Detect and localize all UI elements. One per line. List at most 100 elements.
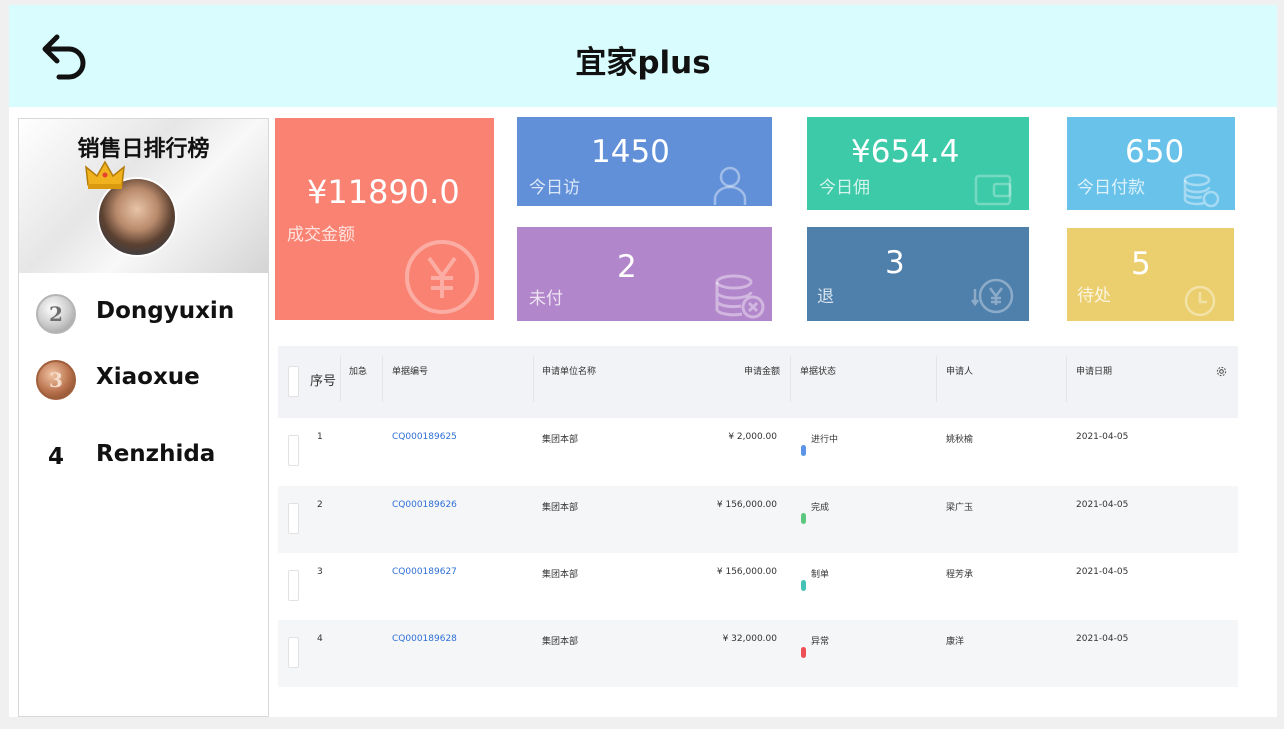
requisition-table: 序号 加急 单据编号 申请单位名称 申请金额 单据状态 申请人 申请日期 1 C…	[278, 346, 1238, 688]
cell-applicant: 梁广玉	[946, 503, 974, 513]
page-title: 宜家plus	[575, 45, 711, 81]
user-icon	[713, 166, 747, 205]
today-commission-label: 今日佣	[819, 178, 870, 198]
cell-doc-no-link[interactable]: CQ000189625	[392, 432, 457, 442]
deal-amount-value: ¥11890.0	[307, 173, 460, 211]
unpaid-card[interactable]: 2 未付	[517, 227, 772, 321]
column-divider	[533, 356, 534, 402]
row-checkbox[interactable]	[288, 570, 299, 601]
table-row[interactable]: 2 CQ000189626 集团本部 ¥ 156,000.00 完成 梁广玉 2…	[278, 486, 1238, 553]
cell-applicant: 程芳承	[946, 570, 974, 580]
pending-card[interactable]: 5 待处	[1067, 228, 1234, 321]
table-row[interactable]: 1 CQ000189625 集团本部 ¥ 2,000.00 进行中 姚秋榆 20…	[278, 418, 1238, 485]
table-row[interactable]: 4 CQ000189628 集团本部 ¥ 32,000.00 异常 康洋 202…	[278, 620, 1238, 687]
ranking-item[interactable]: 3 Xiaoxue	[19, 358, 268, 402]
refund-card[interactable]: 3 退	[807, 227, 1029, 321]
column-divider	[382, 356, 383, 402]
cell-unit: 集团本部	[542, 570, 579, 580]
app-header: 宜家plus	[9, 5, 1277, 107]
ranking-item[interactable]: 2 Dongyuxin	[19, 292, 268, 336]
cell-amount: ¥ 156,000.00	[716, 500, 777, 510]
ranking-banner: 销售日排行榜	[19, 119, 268, 273]
today-payment-value: 650	[1125, 134, 1185, 170]
header-status: 单据状态	[800, 367, 837, 377]
column-divider	[340, 356, 341, 402]
status-dot	[801, 445, 806, 456]
today-visits-value: 1450	[591, 134, 670, 170]
row-checkbox[interactable]	[288, 637, 299, 668]
row-checkbox[interactable]	[288, 435, 299, 466]
seller-name: Xiaoxue	[96, 364, 200, 390]
refund-label: 退	[817, 287, 834, 307]
today-commission-card[interactable]: ¥654.4 今日佣	[807, 117, 1029, 210]
table-header: 序号 加急 单据编号 申请单位名称 申请金额 单据状态 申请人 申请日期	[278, 346, 1238, 418]
seller-name: Renzhida	[96, 441, 216, 467]
deal-amount-label: 成交金额	[287, 225, 355, 245]
ranking-title: 销售日排行榜	[77, 137, 210, 162]
row-checkbox[interactable]	[288, 503, 299, 534]
header-amount: 申请金额	[744, 367, 781, 377]
column-divider	[1066, 356, 1067, 402]
deal-amount-card[interactable]: ¥11890.0 成交金额	[275, 118, 494, 320]
today-payment-card[interactable]: 650 今日付款	[1067, 117, 1235, 210]
refund-value: 3	[885, 245, 905, 281]
pending-value: 5	[1131, 246, 1151, 282]
cell-status: 完成	[811, 503, 830, 513]
clock-icon	[1184, 285, 1216, 317]
cell-doc-no-link[interactable]: CQ000189626	[392, 500, 457, 510]
refund-yuan-icon	[971, 278, 1014, 314]
cell-unit: 集团本部	[542, 637, 579, 647]
table-row[interactable]: 3 CQ000189627 集团本部 ¥ 156,000.00 制单 程芳承 2…	[278, 553, 1238, 620]
cell-date: 2021-04-05	[1076, 567, 1129, 577]
cell-seq: 2	[317, 500, 323, 510]
wallet-icon	[974, 174, 1012, 206]
column-divider	[790, 356, 791, 402]
header-doc-no: 单据编号	[392, 367, 429, 377]
cell-seq: 4	[317, 634, 323, 644]
column-divider	[936, 356, 937, 402]
status-dot	[801, 580, 806, 591]
today-visits-label: 今日访	[529, 178, 580, 198]
cell-applicant: 姚秋榆	[946, 435, 974, 445]
cell-amount: ¥ 2,000.00	[728, 432, 777, 442]
cell-amount: ¥ 32,000.00	[722, 634, 777, 644]
cell-date: 2021-04-05	[1076, 500, 1129, 510]
header-seq: 序号	[310, 374, 337, 389]
yuan-icon	[405, 240, 479, 314]
cell-seq: 3	[317, 567, 323, 577]
cell-doc-no-link[interactable]: CQ000189628	[392, 634, 457, 644]
today-commission-value: ¥654.4	[851, 134, 960, 170]
pending-label: 待处	[1077, 286, 1111, 306]
today-visits-card[interactable]: 1450 今日访	[517, 117, 772, 206]
bronze-medal-icon: 3	[36, 360, 76, 400]
header-date: 申请日期	[1076, 367, 1113, 377]
header-unit: 申请单位名称	[542, 367, 597, 377]
cell-seq: 1	[317, 432, 323, 442]
sales-ranking-panel: 销售日排行榜 2 Dongyuxin 3 Xiaoxue 4 Renzhida	[18, 118, 269, 717]
cell-doc-no-link[interactable]: CQ000189627	[392, 567, 457, 577]
cell-status: 异常	[811, 637, 830, 647]
cell-unit: 集团本部	[542, 503, 579, 513]
today-payment-label: 今日付款	[1077, 178, 1145, 198]
cell-status: 进行中	[811, 435, 839, 445]
settings-gear-icon[interactable]	[1216, 366, 1227, 377]
status-dot	[801, 513, 806, 524]
coins-cancel-icon	[715, 274, 765, 319]
seller-name: Dongyuxin	[96, 298, 235, 324]
unpaid-value: 2	[617, 249, 637, 285]
crown-icon	[85, 160, 125, 189]
header-urgent: 加急	[349, 367, 368, 377]
ranking-item[interactable]: 4 Renzhida	[19, 435, 268, 479]
cell-status: 制单	[811, 570, 830, 580]
coins-cancel-icon	[1183, 173, 1220, 208]
cell-date: 2021-04-05	[1076, 432, 1129, 442]
header-applicant: 申请人	[946, 367, 974, 377]
cell-date: 2021-04-05	[1076, 634, 1129, 644]
cell-unit: 集团本部	[542, 435, 579, 445]
select-all-checkbox[interactable]	[288, 366, 299, 397]
unpaid-label: 未付	[529, 289, 563, 309]
cell-amount: ¥ 156,000.00	[716, 567, 777, 577]
status-dot	[801, 647, 806, 658]
silver-medal-icon: 2	[36, 294, 76, 334]
rank-number: 4	[47, 444, 64, 470]
